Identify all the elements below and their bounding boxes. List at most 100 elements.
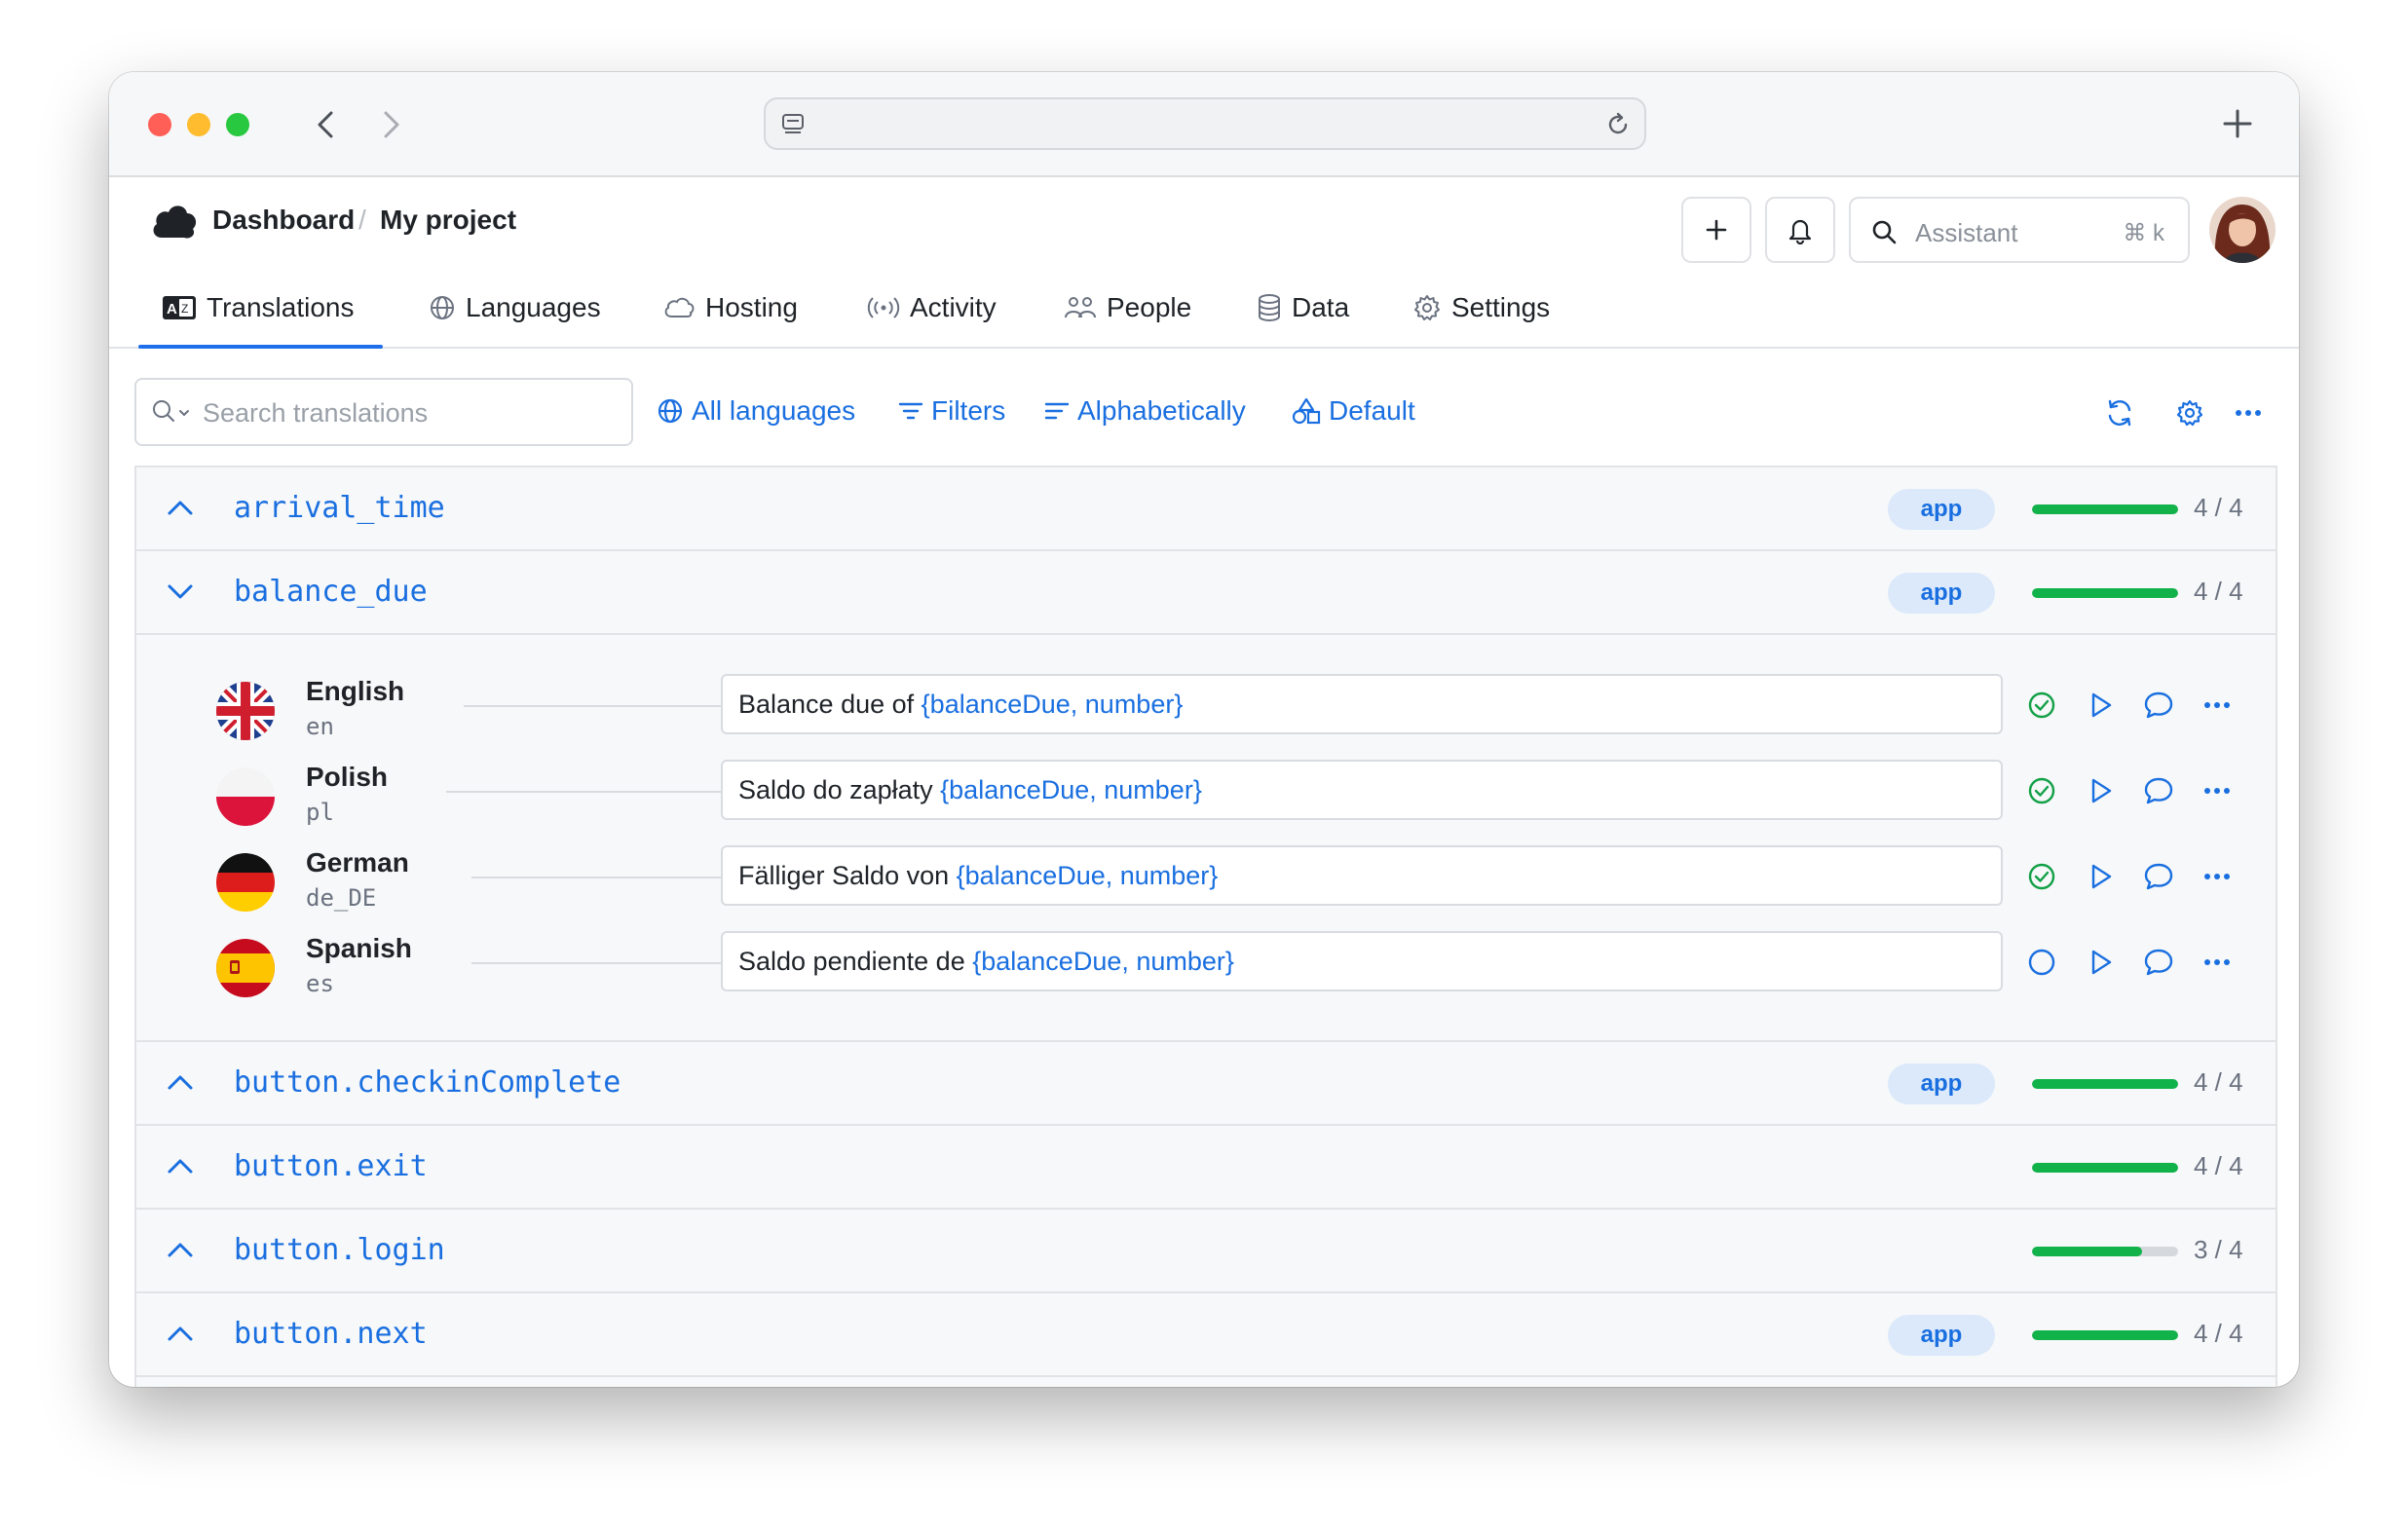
comment-button[interactable] [2139, 686, 2178, 725]
tab-data[interactable]: Data [1257, 269, 1349, 347]
tab-data-label: Data [1292, 292, 1350, 322]
comment-icon [2144, 691, 2173, 719]
play-button[interactable] [2081, 857, 2120, 896]
status-button[interactable] [2022, 943, 2061, 982]
zoom-window-button[interactable] [226, 113, 249, 136]
status-button[interactable] [2022, 857, 2061, 896]
chevron-down-icon[interactable] [166, 577, 195, 606]
play-button[interactable] [2081, 943, 2120, 982]
forward-button[interactable] [372, 103, 411, 146]
assistant-label: Assistant [1915, 218, 2018, 247]
new-tab-button[interactable] [2215, 101, 2260, 146]
progress-bar [2032, 588, 2178, 598]
spain-flag-icon [216, 939, 275, 997]
key-name[interactable]: button.next [234, 1317, 428, 1351]
tab-translations-label: Translations [207, 292, 355, 322]
more-options-button[interactable] [2229, 393, 2268, 432]
progress-bar [2032, 1247, 2178, 1256]
refresh-icon [2108, 399, 2131, 427]
browser-window: Dashboard / My project Assistant ⌘ k A Z… [109, 72, 2299, 1387]
reload-icon[interactable] [1603, 110, 1633, 139]
play-button[interactable] [2081, 771, 2120, 810]
status-button[interactable] [2022, 686, 2061, 725]
address-bar[interactable] [764, 97, 1646, 150]
language-code: de_DE [306, 884, 377, 912]
tab-translations[interactable]: AZ Translations [137, 269, 385, 349]
broadcast-icon [867, 297, 900, 318]
row-more-button[interactable] [2198, 771, 2237, 810]
back-button[interactable] [306, 103, 345, 146]
translation-field[interactable]: Saldo pendiente de {balanceDue, number} [721, 931, 2003, 991]
namespace-badge: app [1888, 573, 1995, 614]
translation-placeholder: {balanceDue, number} [956, 860, 1219, 890]
language-name: Polish [306, 762, 389, 792]
translation-field[interactable]: Saldo do zapłaty {balanceDue, number} [721, 760, 2003, 820]
add-button[interactable] [1681, 197, 1751, 263]
row-more-button[interactable] [2198, 857, 2237, 896]
tab-languages[interactable]: Languages [429, 269, 601, 347]
tab-settings[interactable]: Settings [1412, 269, 1550, 347]
tab-activity[interactable]: Activity [867, 269, 997, 347]
people-icon [1065, 297, 1096, 318]
key-name[interactable]: button.checkinComplete [234, 1065, 621, 1100]
globe-icon [658, 398, 683, 424]
all-languages-button[interactable]: All languages [657, 386, 855, 436]
chevron-up-icon[interactable] [166, 1067, 195, 1097]
close-window-button[interactable] [148, 113, 171, 136]
key-row[interactable]: button.next app 4 / 4 [136, 1293, 2276, 1377]
progress-bar [2032, 504, 2178, 514]
key-row[interactable]: button.checkinComplete app 4 / 4 [136, 1042, 2276, 1126]
user-avatar[interactable] [2209, 197, 2276, 263]
translation-placeholder: {balanceDue, number} [972, 946, 1234, 976]
language-row-polish: Polish pl Saldo do zapłaty {balanceDue, … [136, 760, 2276, 845]
comment-button[interactable] [2139, 771, 2178, 810]
row-more-button[interactable] [2198, 686, 2237, 725]
tab-hosting[interactable]: Hosting [662, 269, 798, 347]
row-more-button[interactable] [2198, 943, 2237, 982]
check-circle-icon [2028, 691, 2055, 719]
settings-button[interactable] [2170, 393, 2209, 432]
key-name[interactable]: button.exit [234, 1149, 428, 1183]
svg-text:Z: Z [181, 302, 188, 316]
key-row[interactable]: arrival_time app 4 / 4 [136, 467, 2276, 551]
comment-button[interactable] [2139, 857, 2178, 896]
breadcrumb-dashboard[interactable]: Dashboard [212, 205, 355, 236]
tab-people[interactable]: People [1064, 269, 1191, 347]
chevron-up-icon[interactable] [166, 1319, 195, 1348]
language-name: Spanish [306, 933, 412, 963]
key-name[interactable]: button.login [234, 1233, 445, 1267]
gear-icon [1414, 295, 1440, 320]
language-row-spanish: Spanish es Saldo pendiente de {balanceDu… [136, 931, 2276, 1017]
filters-label: Filters [931, 395, 1006, 426]
key-name[interactable]: balance_due [234, 575, 428, 609]
translation-field[interactable]: Fälliger Saldo von {balanceDue, number} [721, 845, 2003, 906]
filters-button[interactable]: Filters [898, 386, 1005, 436]
search-translations-input[interactable]: Search translations [134, 378, 633, 446]
main-tabs: AZ Translations Languages Hosting Activi… [109, 269, 2299, 349]
status-button[interactable] [2022, 771, 2061, 810]
breadcrumb-project[interactable]: My project [380, 205, 516, 236]
play-button[interactable] [2081, 686, 2120, 725]
tab-languages-label: Languages [466, 292, 601, 322]
chevron-up-icon[interactable] [166, 1235, 195, 1264]
view-label: Default [1329, 395, 1415, 426]
refresh-button[interactable] [2100, 393, 2139, 432]
ellipsis-icon [2204, 788, 2230, 794]
key-row[interactable]: balance_due app 4 / 4 [136, 551, 2276, 635]
assistant-search[interactable]: Assistant ⌘ k [1849, 197, 2190, 263]
bell-icon [1788, 219, 1812, 244]
comment-button[interactable] [2139, 943, 2178, 982]
chevron-up-icon[interactable] [166, 1151, 195, 1180]
translation-field[interactable]: Balance due of {balanceDue, number} [721, 674, 2003, 734]
language-code: pl [306, 799, 334, 826]
expanded-translations: English en Balance due of {balanceDue, n… [136, 635, 2276, 1042]
key-name[interactable]: arrival_time [234, 491, 445, 525]
sort-button[interactable]: Alphabetically [1044, 386, 1246, 436]
chevron-up-icon[interactable] [166, 493, 195, 522]
minimize-window-button[interactable] [187, 113, 210, 136]
plus-icon [1706, 219, 1727, 241]
notifications-button[interactable] [1765, 197, 1835, 263]
key-row[interactable]: button.exit 4 / 4 [136, 1126, 2276, 1210]
key-row[interactable]: button.login 3 / 4 [136, 1210, 2276, 1293]
view-button[interactable]: Default [1292, 386, 1415, 436]
